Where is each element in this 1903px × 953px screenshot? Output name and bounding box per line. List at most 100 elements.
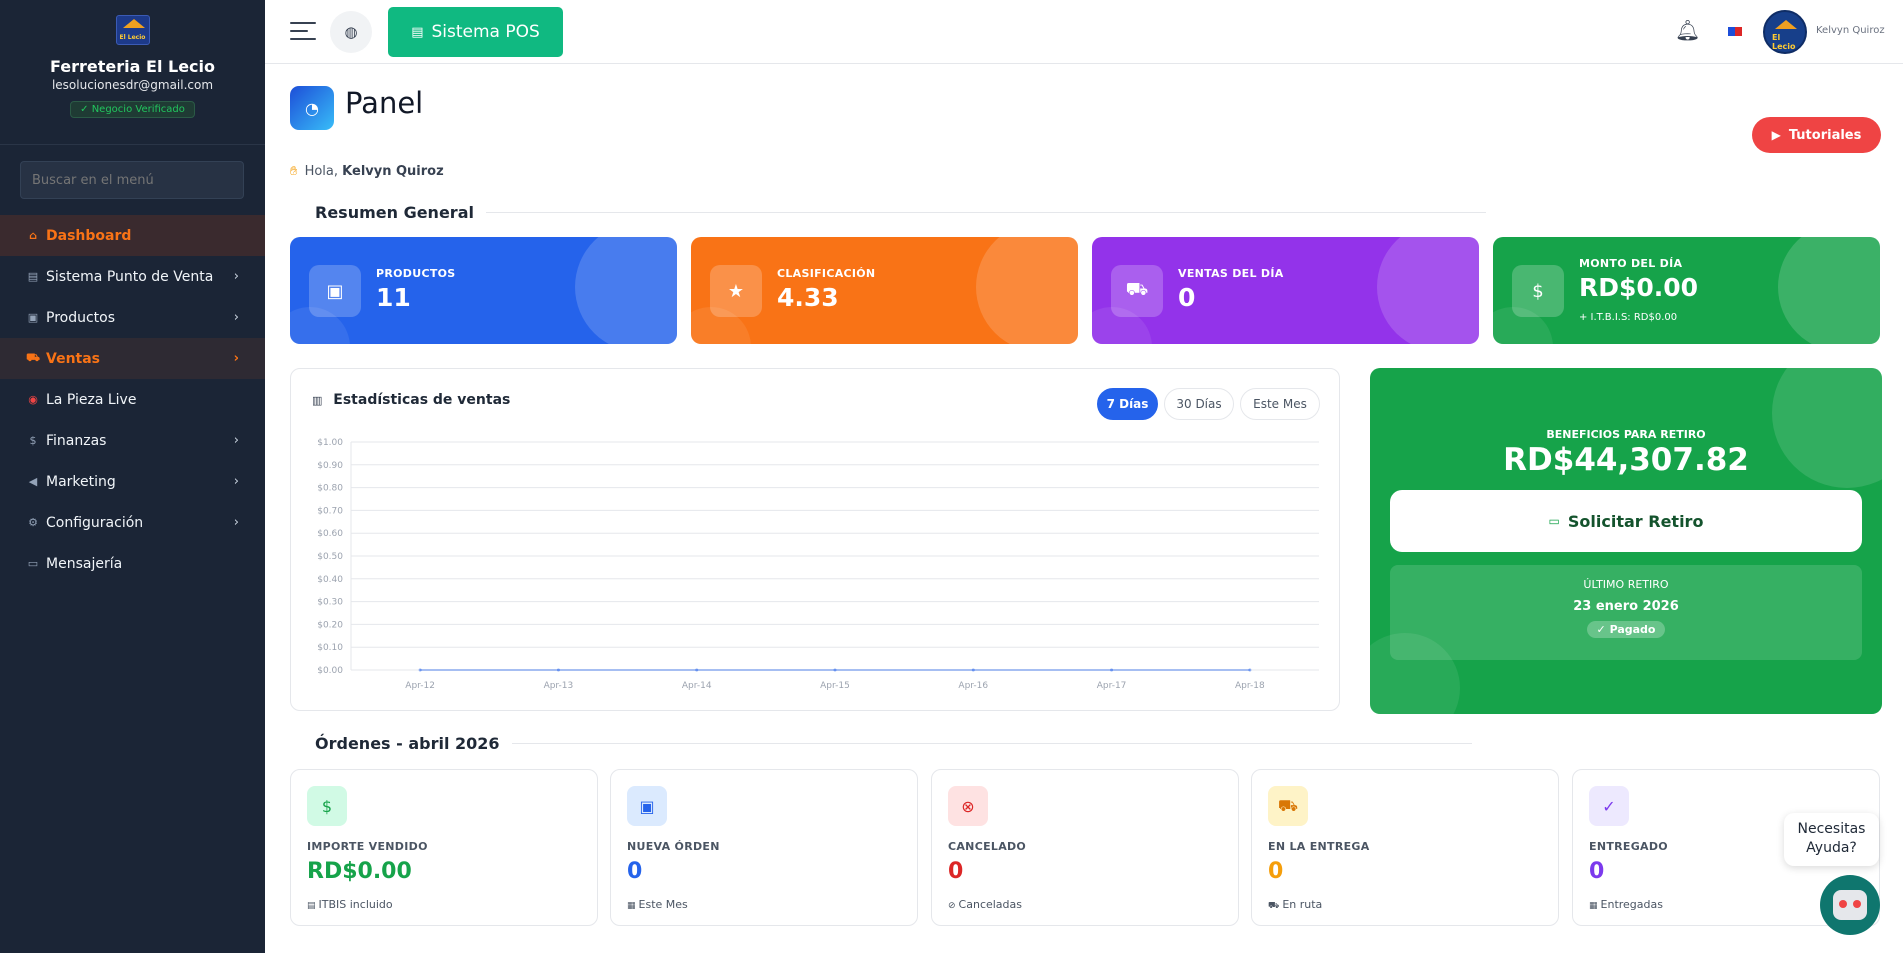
y-tick-label: $0.10 (317, 643, 343, 653)
pos-icon: ▤ (27, 270, 39, 283)
chevron-right-icon: › (233, 433, 239, 448)
order-card-cancelado[interactable]: ⊗ CANCELADO 0 ⊘ Canceladas (931, 769, 1239, 926)
x-tick-label: Apr-16 (958, 681, 988, 691)
sidebar-header: El Lecio Ferreteria El Lecio lesolucione… (0, 0, 265, 145)
order-card-importe[interactable]: $ IMPORTE VENDIDO RD$0.00 ▤ ITBIS incluid… (290, 769, 598, 926)
receipt-icon: ▤ (307, 901, 316, 911)
sidebar-item-finanzas[interactable]: $ Finanzas › (0, 420, 265, 461)
calendar-icon: ▦ (627, 901, 636, 911)
order-card-en-entrega[interactable]: ⛟ EN LA ENTREGA 0 ⛟ En ruta (1251, 769, 1559, 926)
range-this-month[interactable]: Este Mes (1240, 388, 1320, 420)
order-card-nueva[interactable]: ▣ NUEVA ÓRDEN 0 ▦ Este Mes (610, 769, 918, 926)
request-withdrawal-button[interactable]: ▭ Solicitar Retiro (1390, 490, 1862, 552)
avatar[interactable]: El Lecio (1763, 10, 1807, 54)
help-bubble[interactable]: Necesitas Ayuda? (1784, 813, 1879, 866)
sidebar-item-mensajeria[interactable]: ▭ Mensajería (0, 543, 265, 584)
dollar-icon: $ (29, 434, 37, 447)
sidebar-item-configuracion[interactable]: ⚙ Configuración › (0, 502, 265, 543)
check-circle-icon: ✓ (80, 104, 89, 115)
data-point (1248, 668, 1252, 672)
sidebar-item-marketing[interactable]: ◀ Marketing › (0, 461, 265, 502)
dollar-icon: $ (307, 786, 347, 826)
y-tick-label: $0.70 (317, 506, 343, 516)
sidebar: El Lecio Ferreteria El Lecio lesolucione… (0, 0, 265, 953)
business-logo: El Lecio (115, 15, 150, 45)
business-email: lesolucionesdr@gmail.com (51, 78, 214, 92)
chevron-right-icon: › (233, 269, 239, 284)
data-point (695, 668, 699, 672)
y-tick-label: $0.00 (317, 666, 343, 676)
megaphone-icon: ◀ (28, 475, 38, 488)
wallet-icon: ▭ (1548, 514, 1560, 528)
y-tick-label: $0.50 (317, 552, 343, 562)
main-content: ◔ Panel ▶ Tutoriales ✋︎ Hola, Kelvyn Qui… (265, 64, 1903, 953)
chevron-right-icon: › (233, 474, 239, 489)
sales-line-chart: $0.00 $0.10 $0.20 $0.30 $0.40 $0.50 $0.60 $0.70… (317, 438, 1319, 691)
check-icon: ✓ (1589, 786, 1629, 826)
home-icon: ⌂ (29, 229, 37, 242)
data-point (556, 668, 560, 672)
data-point (418, 668, 422, 672)
menu-toggle-icon[interactable] (290, 22, 316, 42)
stat-card-ventas-del-dia[interactable]: ⛟ VENTAS DEL DÍA 0 (1092, 237, 1479, 344)
chat-icon: ▭ (27, 557, 39, 570)
sidebar-item-pos[interactable]: ▤ Sistema Punto de Venta › (0, 256, 265, 297)
benefits-value: RD$44,307.82 (1503, 442, 1749, 478)
dollar-icon: $ (1512, 265, 1564, 317)
sales-chart-card: ▥ Estadísticas de ventas 7 Días 30 Días … (290, 368, 1340, 711)
x-tick-label: Apr-14 (682, 681, 712, 691)
chart-title: ▥ Estadísticas de ventas (312, 392, 511, 408)
status-badge: ✓ Pagado (1586, 621, 1666, 638)
data-point (833, 668, 837, 672)
cart-icon: ⛟ (26, 351, 40, 364)
data-point (1110, 668, 1114, 672)
tutorials-button[interactable]: ▶ Tutoriales (1752, 117, 1881, 153)
summary-section-title: Resumen General (315, 203, 1515, 222)
pos-button[interactable]: ▤ Sistema POS (388, 7, 563, 57)
globe-button[interactable]: ◍ (330, 11, 372, 53)
sidebar-item-productos[interactable]: ▣ Productos › (0, 297, 265, 338)
pos-icon: ▤ (411, 24, 424, 40)
stat-card-clasificacion[interactable]: ★ CLASIFICACIÓN 4.33 (691, 237, 1078, 344)
sidebar-item-dashboard[interactable]: ⌂ Dashboard (0, 215, 265, 256)
chevron-right-icon: › (233, 351, 239, 366)
chevron-right-icon: › (233, 310, 239, 325)
flag-icon[interactable] (1727, 26, 1743, 37)
bar-chart-icon: ▥ (312, 394, 323, 407)
calendar-icon: ▦ (1589, 901, 1598, 911)
cart-icon: ⛟ (1111, 265, 1163, 317)
wave-icon: ✋︎ (290, 164, 298, 179)
x-tick-label: Apr-18 (1235, 681, 1265, 691)
robot-icon (1833, 890, 1867, 920)
y-tick-label: $0.30 (317, 598, 343, 608)
greeting: ✋︎ Hola, Kelvyn Quiroz (290, 164, 444, 179)
sidebar-item-la-pieza-live[interactable]: ◉ La Pieza Live (0, 379, 265, 420)
page-title: Panel (345, 86, 424, 120)
x-tick-label: Apr-13 (544, 681, 574, 691)
last-withdrawal-box: ÚLTIMO RETIRO 23 enero 2026 ✓ Pagado (1390, 565, 1862, 660)
check-circle-icon: ✓ (1596, 623, 1606, 636)
y-tick-label: $0.60 (317, 529, 343, 539)
y-tick-label: $0.20 (317, 620, 343, 630)
stat-card-monto-del-dia[interactable]: $ MONTO DEL DÍA RD$0.00 + I.T.B.I.S: RD$… (1493, 237, 1880, 344)
benefits-label: BENEFICIOS PARA RETIRO (1546, 428, 1706, 441)
star-icon: ★ (710, 265, 762, 317)
range-7-days[interactable]: 7 Días (1097, 388, 1158, 420)
menu-search-input[interactable] (20, 161, 244, 199)
gear-icon: ⚙ (28, 516, 38, 529)
bag-icon: ▣ (627, 786, 667, 826)
bell-icon[interactable]: 🔔︎ (1675, 18, 1700, 42)
sidebar-item-ventas[interactable]: ⛟ Ventas › (0, 338, 265, 379)
chevron-right-icon: › (233, 515, 239, 530)
user-name[interactable]: Kelvyn Quiroz (1816, 25, 1885, 36)
verified-badge: ✓ Negocio Verificado (70, 101, 195, 118)
data-point (971, 668, 975, 672)
x-tick-label: Apr-17 (1097, 681, 1127, 691)
truck-icon: ⛟ (1268, 901, 1280, 911)
range-30-days[interactable]: 30 Días (1164, 388, 1234, 420)
chatbot-button[interactable] (1820, 875, 1880, 935)
stat-card-productos[interactable]: ▣ PRODUCTOS 11 (290, 237, 677, 344)
cancel-icon: ⊗ (948, 786, 988, 826)
play-icon: ▶ (1771, 128, 1781, 142)
gauge-icon: ◔ (290, 86, 334, 130)
